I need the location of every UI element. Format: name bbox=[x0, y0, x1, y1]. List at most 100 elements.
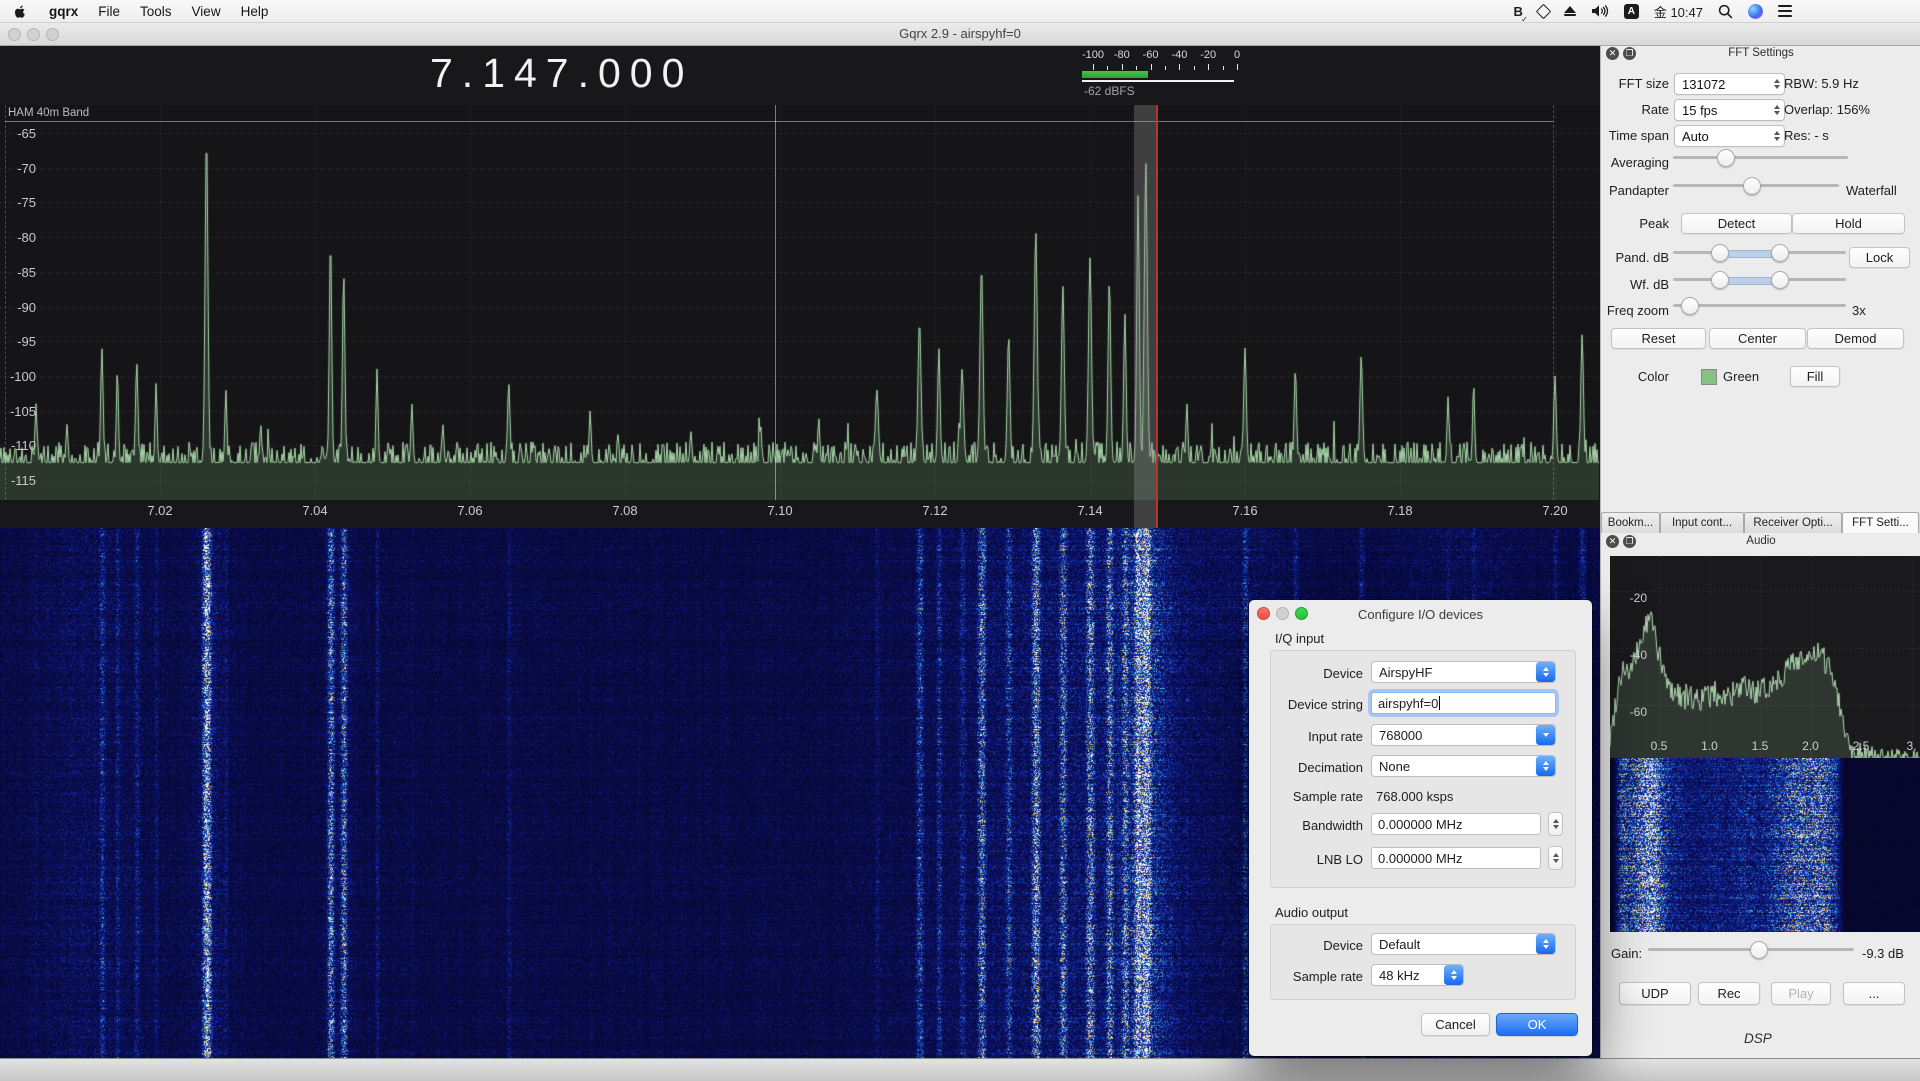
cancel-button[interactable]: Cancel bbox=[1421, 1013, 1490, 1036]
decimation-label: Decimation bbox=[1277, 760, 1363, 775]
output-sample-rate-label: Sample rate bbox=[1277, 969, 1363, 984]
meter-value: -62 dBFS bbox=[1084, 84, 1135, 98]
center-button[interactable]: Center bbox=[1709, 328, 1806, 349]
pandapter-waterfall-slider[interactable] bbox=[1673, 177, 1839, 193]
menu-status-area: B✓ A 金 10:47 bbox=[1513, 0, 1792, 22]
menu-app[interactable]: gqrx bbox=[39, 0, 88, 22]
window-title-bar: Gqrx 2.9 - airspyhf=0 bbox=[0, 22, 1920, 46]
gain-slider[interactable] bbox=[1648, 941, 1854, 957]
tuned-frequency-line[interactable] bbox=[1156, 105, 1158, 528]
meter-tick bbox=[1136, 66, 1137, 70]
y-tick-label: -95 bbox=[2, 334, 36, 349]
x-tick-label: 7.16 bbox=[1221, 503, 1269, 518]
play-button[interactable]: Play bbox=[1771, 982, 1831, 1005]
rec-button[interactable]: Rec bbox=[1698, 982, 1760, 1005]
peak-label: Peak bbox=[1601, 216, 1669, 231]
tab-receiver-options[interactable]: Receiver Opti... bbox=[1744, 512, 1842, 533]
meter-line bbox=[1082, 80, 1234, 82]
waterfall-range-slider[interactable] bbox=[1673, 271, 1846, 287]
decimation-combo[interactable]: None bbox=[1371, 755, 1556, 777]
fft-size-combo[interactable]: 131072 bbox=[1674, 73, 1785, 95]
menu-tools[interactable]: Tools bbox=[130, 0, 182, 22]
udp-button[interactable]: UDP bbox=[1619, 982, 1691, 1005]
siri-icon[interactable] bbox=[1748, 4, 1763, 19]
device-string-input[interactable]: airspyhf=0 bbox=[1371, 692, 1556, 714]
y-tick-label: -65 bbox=[2, 126, 36, 141]
averaging-slider[interactable] bbox=[1673, 149, 1848, 165]
menu-help[interactable]: Help bbox=[231, 0, 279, 22]
audio-x-tick-label: 1.0 bbox=[1692, 739, 1728, 753]
iq-input-group-label: I/Q input bbox=[1275, 631, 1324, 646]
meter-tick bbox=[1237, 64, 1238, 70]
fill-button[interactable]: Fill bbox=[1790, 366, 1840, 387]
volume-icon[interactable] bbox=[1591, 0, 1609, 22]
time-span-combo[interactable]: Auto bbox=[1674, 125, 1785, 147]
tab-bookmarks[interactable]: Bookm... bbox=[1601, 512, 1660, 533]
wf-db-label: Wf. dB bbox=[1601, 277, 1669, 292]
eject-icon[interactable] bbox=[1564, 0, 1576, 22]
notification-center-icon[interactable] bbox=[1778, 0, 1792, 22]
reset-button[interactable]: Reset bbox=[1611, 328, 1706, 349]
filter-bandwidth-band[interactable] bbox=[1134, 105, 1156, 528]
meter-tick bbox=[1194, 66, 1195, 70]
freq-zoom-slider[interactable] bbox=[1673, 297, 1846, 313]
audio-x-tick-label: 2.5 bbox=[1843, 739, 1879, 753]
lnb-lo-stepper[interactable] bbox=[1548, 846, 1563, 870]
rate-combo[interactable]: 15 fps bbox=[1674, 99, 1785, 121]
device-string-label: Device string bbox=[1277, 697, 1363, 712]
demod-button[interactable]: Demod bbox=[1807, 328, 1904, 349]
center-frequency-line bbox=[775, 105, 776, 500]
lnb-lo-label: LNB LO bbox=[1277, 852, 1363, 867]
pandapter-label: Pandapter bbox=[1601, 183, 1669, 198]
more-button[interactable]: ... bbox=[1843, 982, 1905, 1005]
lock-button[interactable]: Lock bbox=[1849, 247, 1910, 268]
apple-menu[interactable] bbox=[0, 0, 39, 22]
bandwidth-label: Bandwidth bbox=[1277, 818, 1363, 833]
output-device-combo[interactable]: Default bbox=[1371, 933, 1556, 955]
y-tick-label: -110 bbox=[2, 438, 36, 453]
x-tick-label: 7.18 bbox=[1376, 503, 1424, 518]
x-tick-label: 7.14 bbox=[1066, 503, 1114, 518]
y-tick-label: -100 bbox=[2, 369, 36, 384]
menu-file[interactable]: File bbox=[88, 0, 130, 22]
meter-tick bbox=[1208, 64, 1209, 70]
audio-header: ✕ ❐ Audio bbox=[1601, 533, 1920, 551]
bandwidth-input[interactable]: 0.000000 MHz bbox=[1371, 813, 1541, 835]
menu-clock[interactable]: 金 10:47 bbox=[1654, 0, 1703, 22]
bandwidth-stepper[interactable] bbox=[1548, 812, 1563, 836]
tab-fft-settings[interactable]: FFT Setti... bbox=[1842, 512, 1919, 533]
dsp-label: DSP bbox=[1744, 1031, 1772, 1046]
menu-view[interactable]: View bbox=[182, 0, 231, 22]
lnb-lo-input[interactable]: 0.000000 MHz bbox=[1371, 847, 1541, 869]
audio-spectrum-plot[interactable] bbox=[1610, 556, 1920, 758]
stepper-icon bbox=[1536, 725, 1555, 745]
fft-settings-panel: ✕ ❐ FFT Settings FFT size 131072 RBW: 5.… bbox=[1601, 45, 1920, 512]
diamond-icon[interactable] bbox=[1538, 0, 1549, 22]
peak-hold-button[interactable]: Hold bbox=[1792, 213, 1905, 234]
frequency-display[interactable]: 7.147.000 bbox=[430, 50, 693, 97]
input-rate-combo[interactable]: 768000 bbox=[1371, 724, 1556, 746]
averaging-label: Averaging bbox=[1601, 155, 1669, 170]
meter-tick bbox=[1179, 64, 1180, 70]
peak-detect-button[interactable]: Detect bbox=[1681, 213, 1792, 234]
output-sample-rate-combo[interactable]: 48 kHz bbox=[1371, 964, 1464, 986]
input-source-icon[interactable]: A bbox=[1624, 4, 1639, 19]
dock-tab-bar: Bookm... Input cont... Receiver Opti... … bbox=[1600, 512, 1920, 533]
y-tick-label: -115 bbox=[2, 473, 36, 488]
color-swatch[interactable] bbox=[1701, 369, 1717, 385]
spectrum-plot[interactable] bbox=[0, 105, 1600, 500]
tab-input-controls[interactable]: Input cont... bbox=[1660, 512, 1744, 533]
audio-waterfall[interactable] bbox=[1610, 758, 1920, 932]
ok-button[interactable]: OK bbox=[1496, 1013, 1578, 1036]
output-device-label: Device bbox=[1277, 938, 1363, 953]
meter-tick-label: 0 bbox=[1219, 49, 1255, 61]
spotlight-icon[interactable] bbox=[1718, 0, 1733, 22]
x-tick-label: 7.10 bbox=[756, 503, 804, 518]
meter-tick bbox=[1107, 66, 1108, 70]
y-tick-label: -75 bbox=[2, 195, 36, 210]
audio-y-tick-label: -60 bbox=[1617, 705, 1647, 719]
stepper-icon bbox=[1536, 662, 1555, 682]
device-combo[interactable]: AirspyHF bbox=[1371, 661, 1556, 683]
pandapter-range-slider[interactable] bbox=[1673, 244, 1846, 260]
b-badge-icon[interactable]: B✓ bbox=[1513, 0, 1522, 22]
